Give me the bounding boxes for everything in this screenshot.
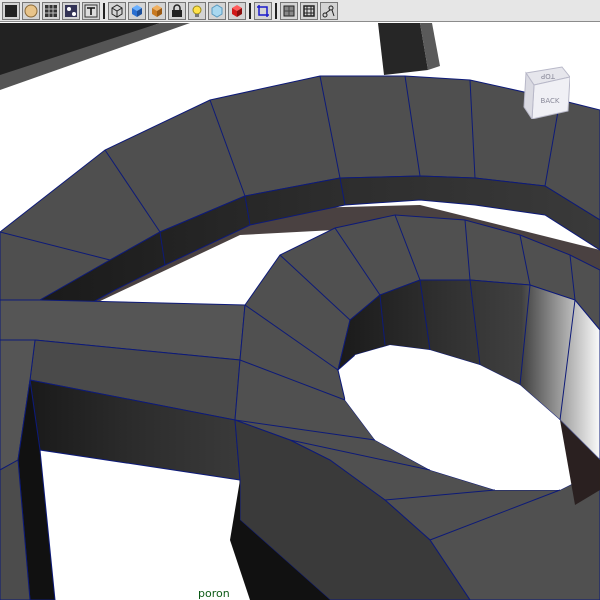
crop-frame-icon[interactable] bbox=[254, 1, 272, 20]
texture-cube-icon[interactable] bbox=[148, 1, 166, 20]
scene-render bbox=[0, 23, 600, 600]
sphere-icon[interactable] bbox=[22, 1, 40, 20]
lock-icon[interactable] bbox=[168, 1, 186, 20]
viewcube-top-label[interactable]: TOP bbox=[541, 72, 556, 80]
shaded-cube-icon[interactable] bbox=[128, 1, 146, 20]
frame-icon[interactable] bbox=[300, 1, 318, 20]
select-tool-icon[interactable] bbox=[2, 1, 20, 20]
light-bulb-icon[interactable] bbox=[188, 1, 206, 20]
toolbar-separator bbox=[275, 2, 277, 19]
ice-cube-icon[interactable] bbox=[208, 1, 226, 20]
wireframe-cube-icon[interactable] bbox=[108, 1, 126, 20]
grid-icon[interactable] bbox=[42, 1, 60, 20]
viewcube-back-label[interactable]: BACK bbox=[541, 97, 560, 105]
toolbar-separator bbox=[103, 2, 105, 19]
status-label: poron bbox=[198, 587, 230, 600]
red-cube-icon[interactable] bbox=[228, 1, 246, 20]
view-cube[interactable]: TOP BACK bbox=[522, 63, 571, 121]
joint-icon[interactable] bbox=[320, 1, 338, 20]
3d-viewport[interactable]: TOP BACK bbox=[0, 23, 600, 600]
text-icon[interactable] bbox=[82, 1, 100, 20]
camera-cube-icon[interactable] bbox=[280, 1, 298, 20]
snap-icon[interactable] bbox=[62, 1, 80, 20]
toolbar-separator bbox=[249, 2, 251, 19]
toolbar bbox=[0, 0, 600, 22]
